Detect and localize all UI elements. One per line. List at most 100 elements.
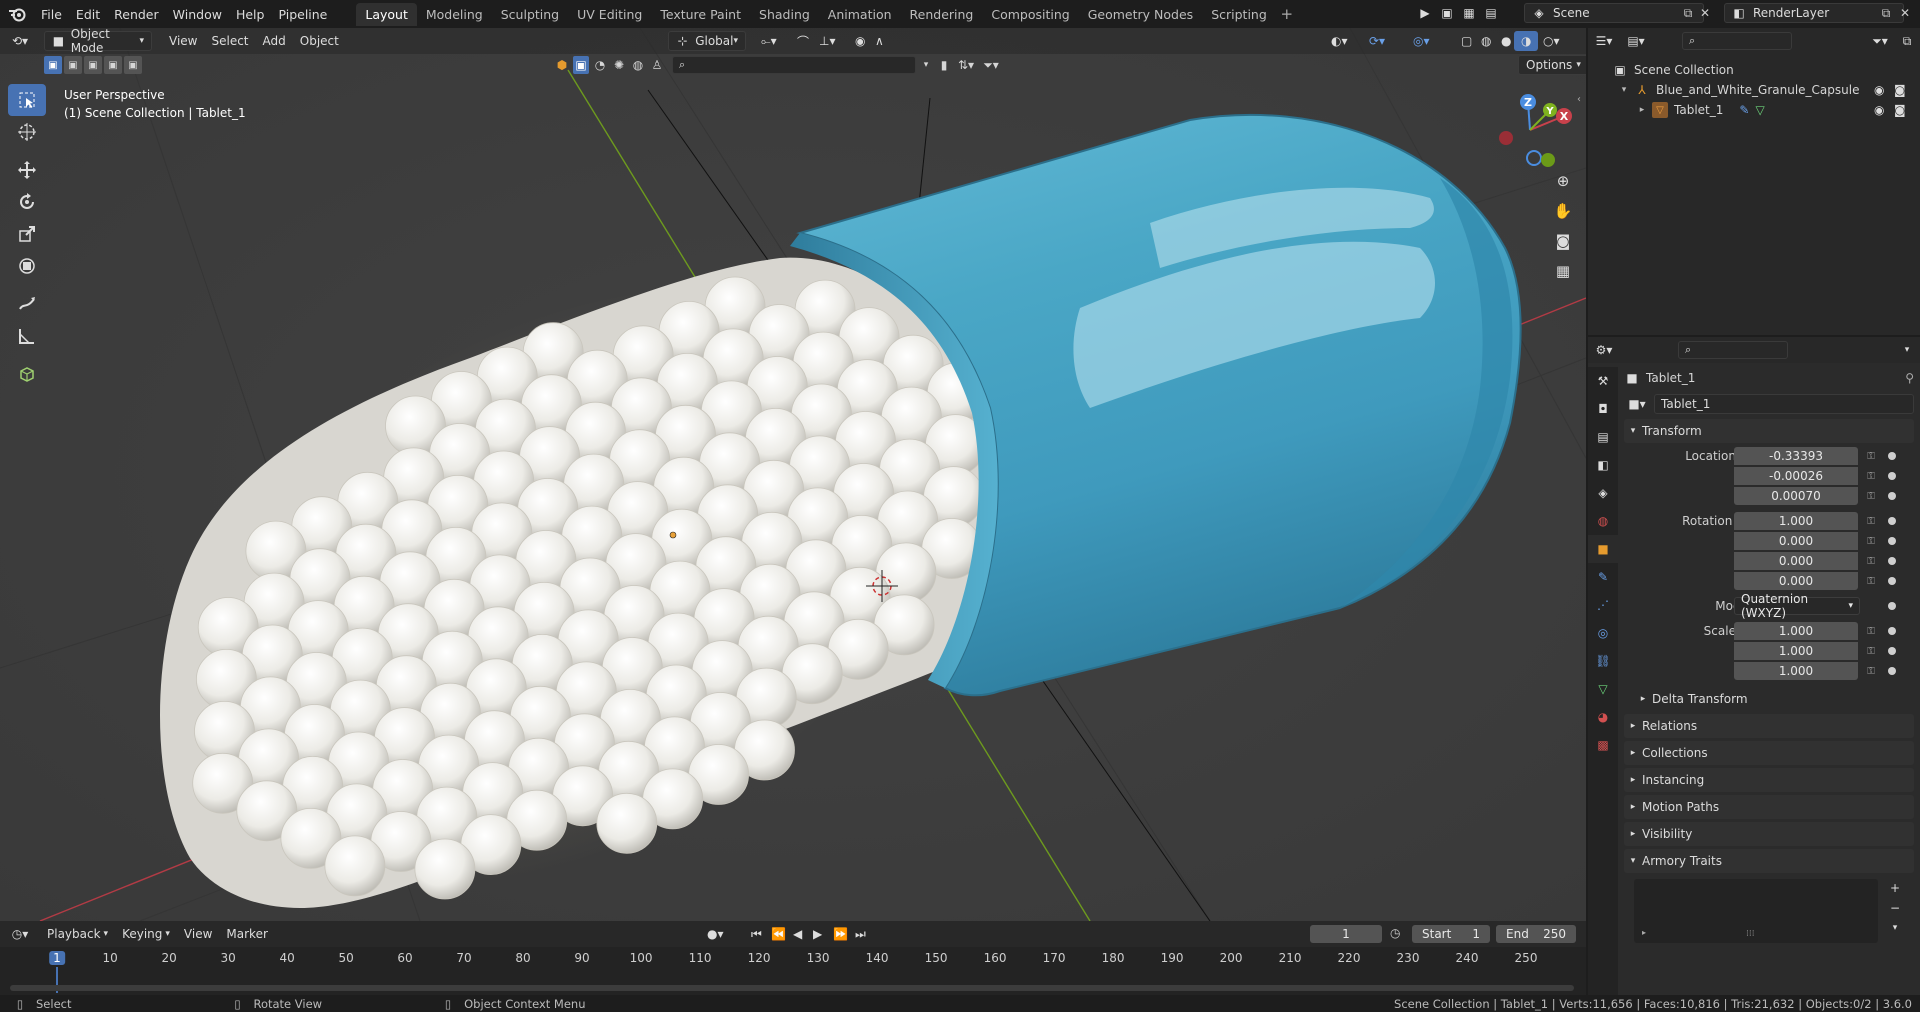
properties-search-input[interactable]: ⌕ xyxy=(1678,341,1788,359)
visibility-icon[interactable]: ◐▾ xyxy=(1324,31,1355,51)
tab-layout[interactable]: Layout xyxy=(356,2,417,26)
outliner-search-input[interactable]: ⌕ xyxy=(1682,32,1792,50)
keyframe-dot[interactable] xyxy=(1888,577,1896,585)
gizmo-toggle-icon[interactable]: ⟳▾ xyxy=(1362,31,1392,51)
render-image-icon[interactable]: ▣ xyxy=(1438,3,1456,23)
camera-view-icon[interactable]: ◙ xyxy=(1548,226,1578,256)
lock-icon[interactable]: ⚿ xyxy=(1864,664,1878,678)
scale-x-field[interactable]: 1.000 xyxy=(1734,622,1858,640)
timeline-scrollbar[interactable] xyxy=(10,985,1574,991)
auto-keying-icon[interactable]: ●▾ xyxy=(700,924,731,944)
outliner-row-capsule[interactable]: ▾ ⅄ Blue_and_White_Granule_Capsule ◉ ◙ xyxy=(1588,80,1920,100)
lock-icon[interactable]: ⚿ xyxy=(1864,644,1878,658)
transform-orientation-selector[interactable]: ⊹ Global ▾ xyxy=(668,31,746,51)
gizmo-neg-y[interactable] xyxy=(1541,153,1555,167)
list-expand-icon[interactable]: ▸ xyxy=(1642,928,1646,937)
armory-traits-list[interactable]: ▸ ⁞⁞⁞ xyxy=(1634,879,1878,943)
jump-end-icon[interactable]: ⏭ xyxy=(848,924,873,944)
lock-icon[interactable]: ⚿ xyxy=(1864,469,1878,483)
material-tab-icon[interactable]: ◕ xyxy=(1588,703,1618,731)
scale-tool-icon[interactable] xyxy=(8,218,46,250)
sidebar-toggle-icon[interactable]: ‹ xyxy=(1574,94,1584,105)
location-y-field[interactable]: -0.00026 xyxy=(1734,467,1858,485)
motion-paths-panel-header[interactable]: ▸ Motion Paths xyxy=(1624,795,1914,819)
remove-trait-icon[interactable]: − xyxy=(1886,901,1904,915)
select-invert-icon[interactable]: ▣ xyxy=(104,56,122,74)
collections-panel-header[interactable]: ▸ Collections xyxy=(1624,741,1914,765)
select-box-tool-icon[interactable] xyxy=(8,84,46,116)
expand-arrow-icon[interactable]: ▸ xyxy=(1636,105,1648,115)
blender-logo-icon[interactable] xyxy=(0,0,34,28)
zoom-icon[interactable]: ⊕ xyxy=(1548,166,1578,196)
options-button[interactable]: Options ▾ xyxy=(1518,55,1586,75)
tablet-visibility-eye-icon[interactable]: ◉ xyxy=(1874,103,1884,117)
move-tool-icon[interactable] xyxy=(8,154,46,186)
datablock-browse-icon[interactable]: ■▾ xyxy=(1624,397,1650,411)
outliner-row-tablet[interactable]: ▸ ▽ Tablet_1 ✎ ▽ ◉ ◙ xyxy=(1588,100,1920,120)
location-x-field[interactable]: -0.33393 xyxy=(1734,447,1858,465)
menu-object[interactable]: Object xyxy=(293,31,346,51)
rotation-y-field[interactable]: 0.000 xyxy=(1734,552,1858,570)
overlay-toggle-icon[interactable]: ◎▾ xyxy=(1406,31,1437,51)
trait-menu-icon[interactable]: ▾ xyxy=(1886,923,1904,933)
marker-menu[interactable]: Marker xyxy=(219,924,274,944)
lock-icon[interactable]: ⚿ xyxy=(1864,534,1878,548)
menu-add[interactable]: Add xyxy=(256,31,293,51)
properties-editor-icon[interactable]: ⚙▾ xyxy=(1588,343,1620,357)
view-render-icon[interactable]: ▤ xyxy=(1482,3,1500,23)
render-layer-selector[interactable]: ◧ RenderLayer xyxy=(1724,3,1904,23)
rotation-w-field[interactable]: 1.000 xyxy=(1734,512,1858,530)
new-scene-icon[interactable]: ⧉ xyxy=(1680,6,1696,21)
select-subtract-icon[interactable]: ▣ xyxy=(84,56,102,74)
view-layer-tab-icon[interactable]: ◧ xyxy=(1588,451,1618,479)
end-frame-field[interactable]: End 250 xyxy=(1496,925,1576,943)
outliner-row-scene-collection[interactable]: ▣ Scene Collection xyxy=(1588,60,1920,80)
sort-icon[interactable]: ⇅▾ xyxy=(955,58,977,72)
menu-pipeline[interactable]: Pipeline xyxy=(271,7,334,22)
menu-window[interactable]: Window xyxy=(166,7,229,22)
camera-filter-icon[interactable]: ◔ xyxy=(592,56,608,74)
mesh-filter-icon[interactable]: ▣ xyxy=(573,56,589,74)
tab-compositing[interactable]: Compositing xyxy=(982,3,1078,26)
outliner-filter-icon[interactable]: ⏷▾ xyxy=(1866,34,1894,49)
tab-rendering[interactable]: Rendering xyxy=(901,3,983,26)
transform-panel-header[interactable]: ▾ Transform xyxy=(1624,419,1914,443)
empty-filter-icon[interactable]: ◍ xyxy=(630,56,646,74)
rotation-z-field[interactable]: 0.000 xyxy=(1734,572,1858,590)
physics-tab-icon[interactable]: ◎ xyxy=(1588,619,1618,647)
tab-scripting[interactable]: Scripting xyxy=(1202,3,1276,26)
object-type-icon[interactable]: ⬢ xyxy=(554,56,570,74)
keyframe-dot[interactable] xyxy=(1888,627,1896,635)
editor-type-icon[interactable]: ⟲▾ xyxy=(0,31,40,51)
scale-y-field[interactable]: 1.000 xyxy=(1734,642,1858,660)
keyframe-dot[interactable] xyxy=(1888,557,1896,565)
start-frame-field[interactable]: Start 1 xyxy=(1412,925,1490,943)
tab-animation[interactable]: Animation xyxy=(819,3,901,26)
delete-layer-icon[interactable]: ✕ xyxy=(1898,6,1912,20)
select-intersect-icon[interactable]: ▣ xyxy=(124,56,142,74)
material-shading-icon[interactable]: ◑ xyxy=(1514,31,1539,51)
keying-menu[interactable]: Keying ▾ xyxy=(115,924,177,944)
tab-modeling[interactable]: Modeling xyxy=(417,3,492,26)
rotation-mode-dropdown[interactable]: Quaternion (WXYZ) ▾ xyxy=(1734,592,1860,620)
new-layer-icon[interactable]: ⧉ xyxy=(1878,6,1894,21)
delta-transform-header[interactable]: ▸ Delta Transform xyxy=(1634,687,1914,711)
menu-select[interactable]: Select xyxy=(204,31,255,51)
light-filter-icon[interactable]: ✺ xyxy=(611,56,627,74)
add-trait-icon[interactable]: + xyxy=(1886,881,1904,895)
lock-icon[interactable]: ⚿ xyxy=(1864,554,1878,568)
menu-edit[interactable]: Edit xyxy=(69,7,107,22)
cursor-tool-icon[interactable] xyxy=(8,116,46,148)
keyframe-dot[interactable] xyxy=(1888,667,1896,675)
object-name-field[interactable]: Tablet_1 xyxy=(1654,394,1914,414)
outliner-editor-icon[interactable]: ☰▾ xyxy=(1588,34,1620,48)
world-tab-icon[interactable]: ◍ xyxy=(1588,507,1618,535)
pivot-point-icon[interactable]: ⟜▾ xyxy=(754,31,784,51)
menu-help[interactable]: Help xyxy=(229,7,272,22)
measure-tool-icon[interactable] xyxy=(8,320,46,352)
timeline-view-menu[interactable]: View xyxy=(177,924,219,944)
other-filter-icon[interactable]: ♙ xyxy=(649,56,665,74)
armory-traits-panel-header[interactable]: ▾ Armory Traits xyxy=(1624,849,1914,873)
instancing-panel-header[interactable]: ▸ Instancing xyxy=(1624,768,1914,792)
keyframe-dot[interactable] xyxy=(1888,602,1896,610)
